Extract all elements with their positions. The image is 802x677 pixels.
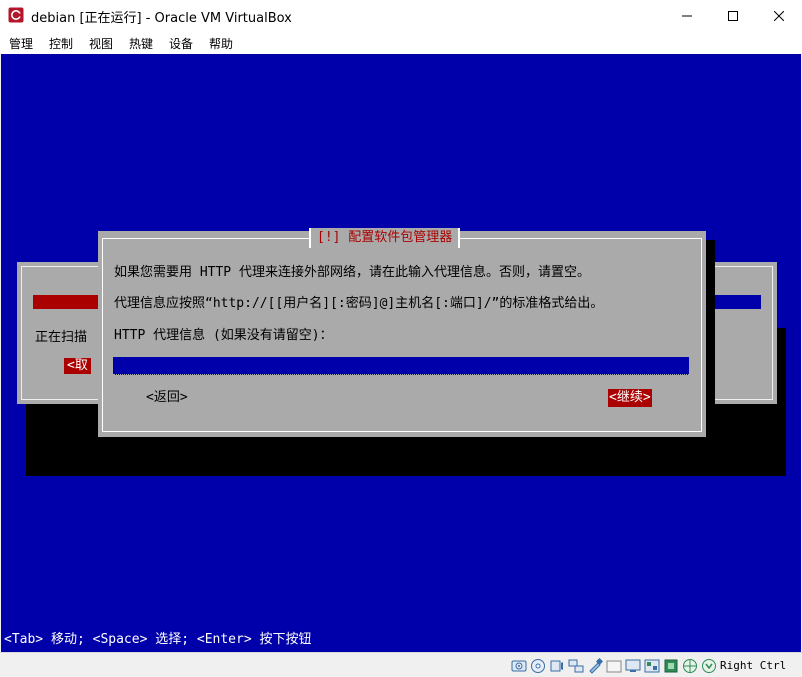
- display-icon[interactable]: [625, 658, 641, 674]
- cpu-icon[interactable]: [663, 658, 679, 674]
- vm-display[interactable]: 正在扫描 <取 [!] 配置软件包管理器 如果您需要用 HTTP 代理来连接外部…: [1, 54, 801, 652]
- window-title: debian [正在运行] - Oracle VM VirtualBox: [31, 11, 292, 26]
- minimize-icon: [682, 15, 692, 16]
- keyboard-icon[interactable]: [701, 658, 717, 674]
- host-key-label: Right Ctrl: [720, 659, 787, 672]
- menu-machine[interactable]: 管理: [9, 35, 33, 52]
- dialog-description-line-1: 如果您需要用 HTTP 代理来连接外部网络，请在此输入代理信息。否则，请置空。: [114, 265, 590, 280]
- menu-bar: 管理 控制 视图 热键 设备 帮助: [0, 31, 802, 54]
- progress-bar-track: [707, 295, 761, 309]
- dialog-description-line-2: 代理信息应按照“http://[[用户名][:密码]@]主机名[:端口]/”的标…: [114, 296, 604, 311]
- close-button[interactable]: [756, 0, 802, 31]
- hard-disk-icon[interactable]: [511, 658, 527, 674]
- maximize-icon: [728, 10, 738, 21]
- menu-help[interactable]: 帮助: [209, 35, 233, 52]
- maximize-button[interactable]: [710, 0, 756, 31]
- scanning-status-text: 正在扫描: [35, 330, 88, 345]
- dialog-title: [!] 配置软件包管理器: [309, 228, 461, 248]
- audio-icon[interactable]: [549, 658, 565, 674]
- continue-button[interactable]: <继续>: [608, 389, 652, 407]
- window-titlebar[interactable]: debian [正在运行] - Oracle VM VirtualBox: [0, 0, 802, 31]
- back-button[interactable]: <返回>: [146, 389, 188, 407]
- usb-icon[interactable]: [587, 658, 603, 674]
- http-proxy-input[interactable]: [113, 357, 689, 375]
- mouse-integration-icon[interactable]: [682, 658, 698, 674]
- shared-folder-icon[interactable]: [606, 658, 622, 674]
- menu-devices[interactable]: 设备: [169, 35, 193, 52]
- menu-hotkey[interactable]: 热键: [129, 35, 153, 52]
- progress-bar-filled: [33, 295, 99, 309]
- optical-drive-icon[interactable]: [530, 658, 546, 674]
- video-capture-icon[interactable]: [644, 658, 660, 674]
- menu-control[interactable]: 控制: [49, 35, 73, 52]
- minimize-button[interactable]: [664, 0, 710, 31]
- keyboard-hint-line: <Tab> 移动; <Space> 选择; <Enter> 按下按钮: [4, 632, 312, 647]
- status-bar: Right Ctrl: [0, 652, 802, 677]
- virtualbox-debian-icon: [8, 7, 24, 23]
- close-icon: [774, 10, 784, 21]
- network-icon[interactable]: [568, 658, 584, 674]
- cancel-button[interactable]: <取: [64, 358, 91, 374]
- proxy-input-label: HTTP 代理信息 (如果没有请留空)：: [114, 328, 333, 343]
- menu-view[interactable]: 视图: [89, 35, 113, 52]
